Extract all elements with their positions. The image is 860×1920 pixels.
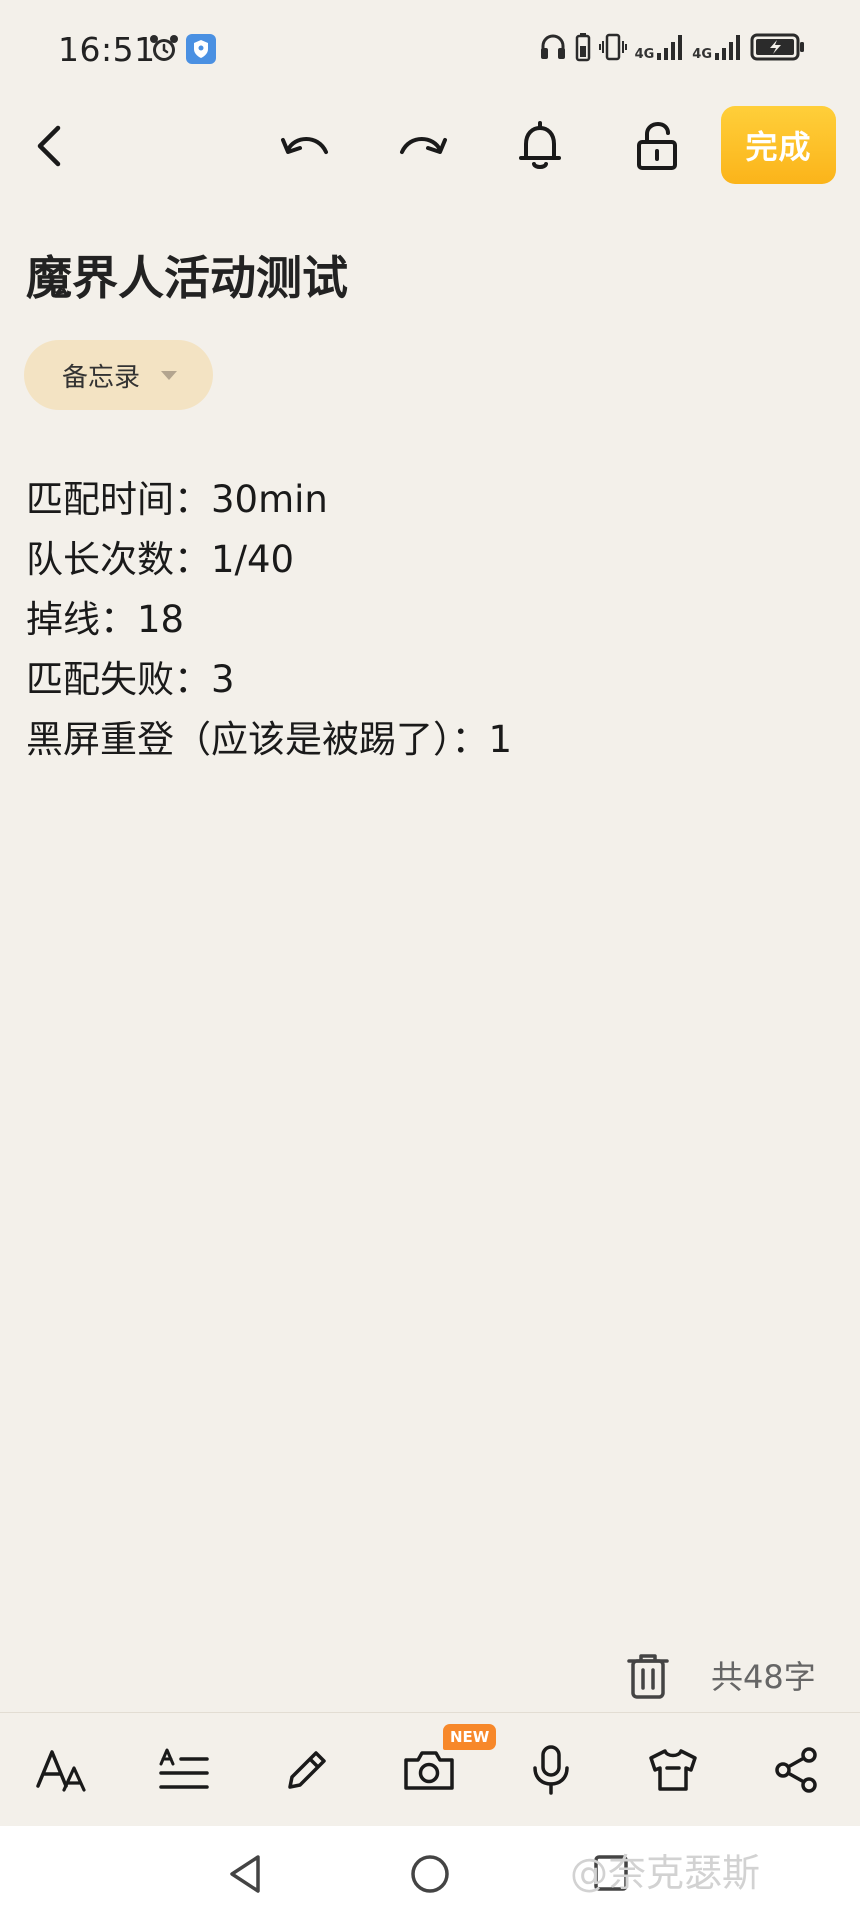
signal-group-2: 4G — [692, 33, 742, 61]
bell-icon[interactable] — [512, 118, 568, 174]
undo-icon[interactable] — [278, 118, 334, 174]
note-line: 匹配失败：3 — [26, 658, 235, 701]
vibrate-icon — [598, 32, 627, 62]
signal-icon — [656, 33, 684, 61]
nav-back-icon[interactable] — [224, 1852, 266, 1896]
note-line: 队长次数：1/40 — [26, 538, 295, 581]
share-icon[interactable] — [766, 1740, 826, 1800]
new-badge: NEW — [443, 1724, 497, 1750]
microphone-icon[interactable] — [521, 1740, 581, 1800]
vpn-icon — [186, 34, 216, 64]
watermark: @奈克瑟斯 — [570, 1851, 761, 1895]
signal-group-1: 4G — [635, 33, 685, 61]
note-line: 掉线：18 — [26, 598, 185, 641]
nav-home-icon[interactable] — [409, 1852, 451, 1896]
unlock-icon[interactable] — [629, 118, 685, 174]
note-body[interactable]: 匹配时间：30min 队长次数：1/40 掉线：18 匹配失败：3 黑屏重登（应… — [26, 470, 512, 770]
battery-small-icon — [575, 32, 591, 62]
pencil-icon[interactable] — [277, 1740, 337, 1800]
network-type-label: 4G — [634, 47, 655, 62]
caret-down-icon — [160, 369, 178, 381]
alarm-icon — [148, 33, 180, 65]
signal-icon — [714, 33, 742, 61]
category-dropdown[interactable]: 备忘录 — [24, 340, 213, 410]
note-line: 黑屏重登（应该是被踢了）：1 — [26, 718, 513, 761]
network-type-label: 4G — [692, 47, 712, 62]
status-time: 16:51 — [58, 30, 156, 69]
note-line: 匹配时间：30min — [26, 478, 328, 521]
trash-icon[interactable] — [626, 1652, 670, 1700]
redo-icon[interactable] — [394, 118, 450, 174]
headphones-icon — [539, 32, 567, 62]
note-title[interactable]: 魔界人活动测试 — [26, 242, 348, 308]
status-icons: 4G 4G — [539, 32, 806, 62]
category-label: 备忘录 — [62, 362, 141, 393]
battery-charging-icon — [750, 32, 806, 62]
text-style-icon[interactable] — [31, 1740, 91, 1800]
word-count: 共48字 — [711, 1658, 816, 1696]
list-format-icon[interactable] — [154, 1740, 214, 1800]
done-button[interactable]: 完成 — [721, 106, 836, 184]
back-icon[interactable] — [22, 118, 78, 174]
shirt-icon[interactable] — [643, 1740, 703, 1800]
